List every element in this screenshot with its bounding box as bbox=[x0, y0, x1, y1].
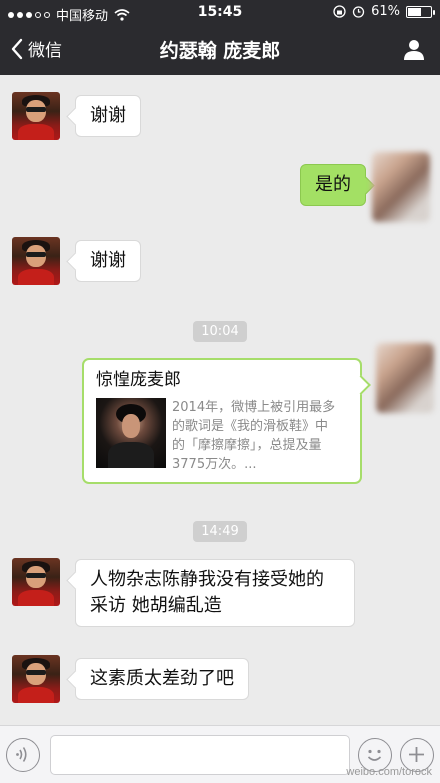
timestamp: 10:04 bbox=[0, 320, 440, 342]
self-avatar-blurred[interactable] bbox=[376, 343, 434, 413]
link-card-body: 2014年，微博上被引用最多的歌词是《我的滑板鞋》中的「摩擦摩擦」，总提及量 3… bbox=[96, 398, 348, 474]
message-bubble-received[interactable]: 谢谢 bbox=[75, 95, 141, 137]
message-bubble-received[interactable]: 这素质太差劲了吧 bbox=[75, 658, 249, 700]
watermark: weibo.com/torock bbox=[346, 766, 432, 778]
nav-bar: 微信 约瑟翰 庞麦郎 bbox=[0, 25, 440, 75]
status-bar: 中国移动 15:45 61% bbox=[0, 0, 440, 25]
timestamp: 14:49 bbox=[0, 520, 440, 542]
voice-button[interactable] bbox=[6, 738, 40, 772]
contact-avatar[interactable] bbox=[12, 237, 60, 285]
link-card-title: 惊惶庞麦郎 bbox=[96, 370, 181, 390]
link-card-description: 2014年，微博上被引用最多的歌词是《我的滑板鞋》中的「摩擦摩擦」，总提及量 3… bbox=[172, 400, 336, 472]
status-right: 61% bbox=[333, 4, 435, 19]
message-bubble-received[interactable]: 人物杂志陈静我没有接受她的采访 她胡编乱造 bbox=[75, 559, 355, 627]
contact-avatar[interactable] bbox=[12, 558, 60, 606]
timestamp-label: 14:49 bbox=[193, 521, 247, 542]
chat-title: 约瑟翰 庞麦郎 bbox=[159, 40, 281, 62]
person-icon[interactable] bbox=[402, 37, 426, 61]
input-bar: weibo.com/torock bbox=[0, 725, 440, 783]
contact-avatar[interactable] bbox=[12, 655, 60, 703]
battery-icon bbox=[406, 5, 435, 18]
contact-avatar[interactable] bbox=[12, 92, 60, 140]
chat-area[interactable]: 谢谢 是的 谢谢 10:04 惊惶庞麦郎 2014年，微博上被引用最多的歌词是《… bbox=[0, 75, 440, 725]
battery-percent: 61% bbox=[371, 4, 400, 19]
rotation-lock-icon bbox=[333, 5, 346, 18]
self-avatar-blurred[interactable] bbox=[372, 152, 430, 222]
link-card[interactable]: 惊惶庞麦郎 2014年，微博上被引用最多的歌词是《我的滑板鞋》中的「摩擦摩擦」，… bbox=[82, 358, 362, 484]
message-bubble-sent[interactable]: 是的 bbox=[300, 164, 366, 206]
voice-icon bbox=[16, 747, 27, 762]
alarm-icon bbox=[352, 6, 365, 18]
link-card-thumbnail bbox=[96, 398, 166, 468]
timestamp-label: 10:04 bbox=[193, 321, 247, 342]
message-input[interactable] bbox=[50, 735, 350, 775]
header: 中国移动 15:45 61% 微信 约瑟翰 庞麦郎 bbox=[0, 0, 440, 75]
message-bubble-received[interactable]: 谢谢 bbox=[75, 240, 141, 282]
